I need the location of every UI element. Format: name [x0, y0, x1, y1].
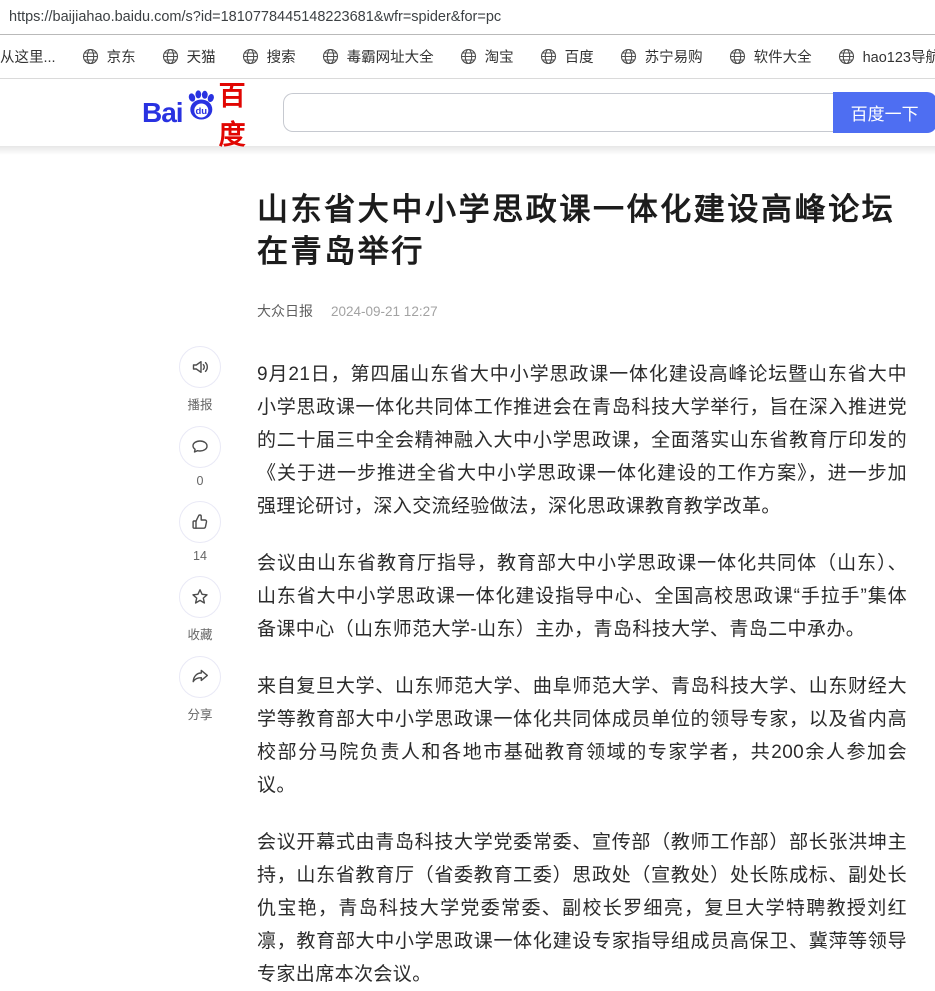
- action-rail: 播报 0 14 收藏 分享: [178, 346, 222, 736]
- article-paragraph: 会议开幕式由青岛科技大学党委常委、宣传部（教师工作部）部长张洪坤主持，山东省教育…: [257, 826, 907, 991]
- bookmark-label: 苏宁易购: [645, 46, 703, 67]
- rail-label: 收藏: [187, 624, 212, 643]
- share-icon[interactable]: [179, 656, 221, 698]
- bookmark-item[interactable]: 软件大全: [729, 46, 812, 67]
- rail-item-favorite: 收藏: [178, 576, 222, 643]
- bookmark-item[interactable]: 京东: [82, 46, 136, 67]
- bookmark-item[interactable]: 苏宁易购: [620, 46, 703, 67]
- article-paragraph: 来自复旦大学、山东师范大学、曲阜师范大学、青岛科技大学、山东财经大学等教育部大中…: [257, 670, 907, 802]
- rail-item-comments: 0: [178, 426, 222, 488]
- bookmark-item[interactable]: 天猫: [162, 46, 216, 67]
- article-source[interactable]: 大众日报: [257, 301, 313, 321]
- rail-label: 14: [193, 549, 207, 563]
- article-paragraph: 会议由山东省教育厅指导，教育部大中小学思政课一体化共同体（山东）、山东省大中小学…: [257, 547, 907, 646]
- baidu-header: Bai du 百度 百度一下: [0, 79, 935, 146]
- article-title: 山东省大中小学思政课一体化建设高峰论坛在青岛举行: [257, 189, 907, 273]
- baidu-logo-cn: 百度: [219, 74, 247, 152]
- article-paragraph: 9月21日，第四届山东省大中小学思政课一体化建设高峰论坛暨山东省大中小学思政课一…: [257, 358, 907, 523]
- article-timestamp: 2024-09-21 12:27: [331, 304, 438, 319]
- rail-item-likes: 14: [178, 501, 222, 563]
- rail-label: 0: [197, 474, 204, 488]
- page-content: 山东省大中小学思政课一体化建设高峰论坛在青岛举行 大众日报 2024-09-21…: [0, 155, 935, 991]
- globe-icon: [162, 48, 179, 65]
- globe-icon: [540, 48, 557, 65]
- rail-item-broadcast: 播报: [178, 346, 222, 413]
- bookmark-item[interactable]: 搜索: [242, 46, 296, 67]
- bookmark-item[interactable]: hao123导航: [838, 46, 935, 67]
- bookmark-item[interactable]: 百度: [540, 46, 594, 67]
- byline: 大众日报 2024-09-21 12:27: [257, 301, 907, 321]
- baidu-paw-icon: du: [184, 89, 218, 126]
- globe-icon: [620, 48, 637, 65]
- bookmark-label: 天猫: [187, 46, 216, 67]
- star-icon[interactable]: [179, 576, 221, 618]
- bookmark-label: 从这里...: [0, 46, 56, 67]
- svg-text:du: du: [195, 106, 207, 117]
- thumbs-up-icon[interactable]: [179, 501, 221, 543]
- bookmark-item[interactable]: 毒霸网址大全: [322, 46, 434, 67]
- bookmark-item[interactable]: 从这里...: [0, 46, 56, 67]
- globe-icon: [242, 48, 259, 65]
- article: 山东省大中小学思政课一体化建设高峰论坛在青岛举行 大众日报 2024-09-21…: [257, 189, 907, 991]
- header-divider: [0, 146, 935, 155]
- comment-icon[interactable]: [179, 426, 221, 468]
- globe-icon: [838, 48, 855, 65]
- bookmarks-bar: 从这里... 京东 天猫 搜索 毒霸网址大全 淘宝 百度 苏宁易购 软件大全 h…: [0, 35, 935, 79]
- bookmark-label: 京东: [107, 46, 136, 67]
- search-input[interactable]: [283, 93, 833, 132]
- globe-icon: [460, 48, 477, 65]
- baidu-logo[interactable]: Bai du 百度: [142, 74, 247, 152]
- rail-label: 分享: [187, 704, 212, 723]
- search-bar: 百度一下: [283, 92, 935, 133]
- bookmark-label: 淘宝: [485, 46, 514, 67]
- rail-label: 播报: [187, 394, 212, 413]
- baidu-logo-bai: Bai: [142, 97, 183, 129]
- bookmark-label: hao123导航: [863, 46, 935, 67]
- rail-item-share: 分享: [178, 656, 222, 723]
- bookmark-label: 毒霸网址大全: [347, 46, 434, 67]
- bookmark-item[interactable]: 淘宝: [460, 46, 514, 67]
- bookmark-label: 百度: [565, 46, 594, 67]
- globe-icon: [322, 48, 339, 65]
- globe-icon: [729, 48, 746, 65]
- speaker-icon[interactable]: [179, 346, 221, 388]
- globe-icon: [82, 48, 99, 65]
- bookmark-label: 软件大全: [754, 46, 812, 67]
- url-text[interactable]: https://baijiahao.baidu.com/s?id=1810778…: [9, 9, 501, 25]
- baidu-search-button[interactable]: 百度一下: [833, 92, 935, 133]
- url-bar[interactable]: https://baijiahao.baidu.com/s?id=1810778…: [0, 0, 935, 35]
- bookmark-label: 搜索: [267, 46, 296, 67]
